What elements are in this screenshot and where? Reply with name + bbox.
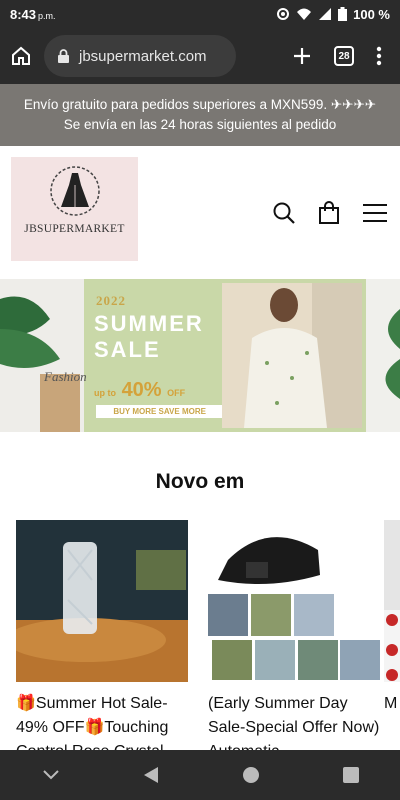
battery-percent: 100 % bbox=[353, 6, 390, 22]
home-icon[interactable] bbox=[10, 45, 32, 67]
more-icon[interactable] bbox=[376, 46, 382, 66]
banner-left-photo bbox=[0, 279, 84, 432]
sale-cta-text: BUY MORE SAVE MORE bbox=[113, 407, 206, 416]
lock-icon bbox=[58, 49, 69, 63]
status-time: 8:43 p.m. bbox=[10, 7, 56, 22]
logo-emblem-icon bbox=[49, 166, 100, 216]
tab-switcher-button[interactable]: 28 bbox=[334, 46, 354, 66]
status-icons: 100 % bbox=[276, 7, 390, 22]
sale-year: 2022 bbox=[96, 293, 126, 308]
banner-right-photo bbox=[366, 279, 400, 432]
sale-title-line2: SALE bbox=[94, 337, 161, 362]
sale-script: Fashion bbox=[44, 369, 87, 384]
sale-percent-block: up to 40% OFF bbox=[94, 379, 185, 402]
sale-upto: up to bbox=[94, 388, 116, 398]
header-icons bbox=[272, 201, 388, 225]
banner-model-photo bbox=[222, 283, 362, 428]
logo-text: JBSUPERMARKET bbox=[24, 223, 125, 235]
product-image bbox=[384, 520, 400, 682]
product-card[interactable]: (Early Summer Day Sale-Special Offer Now… bbox=[208, 520, 380, 750]
sale-off: OFF bbox=[167, 388, 186, 398]
site-header: JBSUPERMARKET bbox=[0, 146, 400, 278]
browser-actions: 28 bbox=[292, 46, 382, 66]
address-bar[interactable]: jbsupermarket.com bbox=[44, 35, 236, 77]
bag-icon[interactable] bbox=[318, 201, 340, 225]
product-image bbox=[208, 520, 380, 682]
logo[interactable]: JBSUPERMARKET bbox=[11, 157, 138, 261]
product-image bbox=[16, 520, 188, 682]
search-icon[interactable] bbox=[272, 201, 296, 225]
sale-percent: 40% bbox=[121, 379, 162, 401]
product-card[interactable]: 🎁Summer Hot Sale-49% OFF🎁Touching Contro… bbox=[16, 520, 188, 750]
banner-summer-sale: 2022 SUMMER SALE Fashion up to 40% OFF B… bbox=[44, 279, 366, 432]
model-figure-icon bbox=[244, 283, 362, 428]
announcement-bar: Envío gratuito para pedidos superiores a… bbox=[0, 84, 400, 146]
product-title[interactable]: 🎁Summer Hot Sale-49% OFF🎁Touching Contro… bbox=[16, 692, 188, 750]
back-icon[interactable] bbox=[143, 766, 159, 784]
sale-title-line1: SUMMER bbox=[94, 311, 204, 336]
time-value: 8:43 bbox=[10, 6, 37, 22]
sync-icon bbox=[277, 8, 290, 20]
palm-leaf-icon bbox=[0, 296, 80, 432]
product-title[interactable]: (Early Summer Day Sale-Special Offer Now… bbox=[208, 692, 380, 750]
product-title[interactable]: M W bbox=[384, 692, 400, 716]
product-carousel: 🎁Summer Hot Sale-49% OFF🎁Touching Contro… bbox=[16, 520, 400, 750]
recents-icon[interactable] bbox=[342, 767, 359, 783]
battery-icon bbox=[338, 7, 348, 21]
plant-icon bbox=[385, 309, 400, 399]
product-card[interactable]: M W bbox=[384, 520, 400, 716]
url-text: jbsupermarket.com bbox=[79, 47, 207, 65]
menu-icon[interactable] bbox=[362, 203, 388, 223]
section-title: Novo em bbox=[155, 470, 245, 493]
home-circle-icon[interactable] bbox=[242, 766, 260, 784]
hero-banner[interactable]: 2022 SUMMER SALE Fashion up to 40% OFF B… bbox=[0, 279, 400, 432]
browser-toolbar: jbsupermarket.com 28 bbox=[0, 28, 400, 84]
status-bar: 8:43 p.m. 100 % bbox=[0, 0, 400, 28]
time-ampm: p.m. bbox=[38, 10, 56, 21]
plus-icon[interactable] bbox=[292, 46, 312, 66]
system-nav-bar bbox=[0, 750, 400, 800]
wifi-icon bbox=[297, 8, 312, 20]
chevron-down-icon[interactable] bbox=[42, 769, 60, 781]
signal-icon bbox=[319, 8, 332, 20]
